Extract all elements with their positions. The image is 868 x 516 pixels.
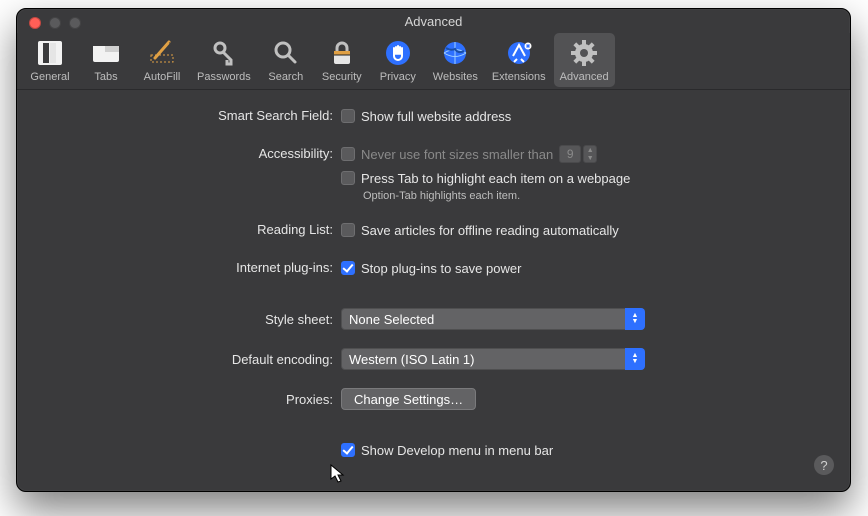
gear-icon [568,37,600,69]
search-icon [270,37,302,69]
lock-icon [326,37,358,69]
button-change-settings[interactable]: Change Settings… [341,388,476,410]
checkbox-tab-highlight[interactable] [341,171,355,185]
tab-label: Privacy [380,71,416,83]
tab-websites[interactable]: Websites [427,33,484,87]
help-button[interactable]: ? [814,455,834,475]
row-develop: Show Develop menu in menu bar [41,440,826,460]
select-style-sheet[interactable]: None Selected ▲▼ [341,308,645,330]
checkbox-show-full-url[interactable] [341,109,355,123]
hint-option-tab: Option-Tab highlights each item. [341,190,826,202]
chevrons-icon: ▲▼ [625,308,645,330]
text-stop-plugins: Stop plug-ins to save power [361,261,521,276]
tab-label: Search [268,71,303,83]
help-icon: ? [820,458,827,473]
select-style-sheet-value: None Selected [349,312,434,327]
stepper-arrows-icon[interactable]: ▲▼ [583,145,597,163]
tab-label: General [30,71,69,83]
select-default-encoding[interactable]: Western (ISO Latin 1) ▲▼ [341,348,645,370]
tab-autofill[interactable]: AutoFill [135,33,189,87]
preferences-window: Advanced General Tabs [16,8,851,492]
tab-passwords[interactable]: Passwords [191,33,257,87]
checkbox-show-develop-menu[interactable] [341,443,355,457]
row-plugins: Internet plug-ins: Stop plug-ins to save… [41,258,826,278]
label-style-sheet: Style sheet: [41,308,341,327]
tab-label: Advanced [560,71,609,83]
key-icon [208,37,240,69]
titlebar: Advanced [17,9,850,33]
tab-tabs[interactable]: Tabs [79,33,133,87]
tab-label: Tabs [94,71,117,83]
checkbox-min-font[interactable] [341,147,355,161]
label-proxies: Proxies: [41,388,341,407]
tab-label: Security [322,71,362,83]
tab-general[interactable]: General [23,33,77,87]
tab-advanced[interactable]: Advanced [554,33,615,87]
row-default-encoding: Default encoding: Western (ISO Latin 1) … [41,348,826,370]
tab-label: Passwords [197,71,251,83]
checkbox-save-offline[interactable] [341,223,355,237]
min-font-value: 9 [559,145,581,163]
tabs-icon [90,37,122,69]
row-accessibility: Accessibility: Never use font sizes smal… [41,144,826,202]
tab-extensions[interactable]: Extensions [486,33,552,87]
tab-label: Websites [433,71,478,83]
tab-security[interactable]: Security [315,33,369,87]
globe-icon [439,37,471,69]
select-default-encoding-value: Western (ISO Latin 1) [349,352,474,367]
zoom-window-button[interactable] [69,17,81,29]
tab-search[interactable]: Search [259,33,313,87]
row-reading-list: Reading List: Save articles for offline … [41,220,826,240]
label-accessibility: Accessibility: [41,144,341,161]
text-show-develop-menu: Show Develop menu in menu bar [361,443,553,458]
extensions-icon [503,37,535,69]
tab-label: Extensions [492,71,546,83]
privacy-hand-icon [382,37,414,69]
minimize-window-button[interactable] [49,17,61,29]
checkbox-stop-plugins[interactable] [341,261,355,275]
label-smart-search: Smart Search Field: [41,106,341,123]
text-min-font: Never use font sizes smaller than [361,147,553,162]
row-style-sheet: Style sheet: None Selected ▲▼ [41,308,826,330]
text-save-offline: Save articles for offline reading automa… [361,223,619,238]
button-change-settings-label: Change Settings… [354,392,463,407]
label-plugins: Internet plug-ins: [41,258,341,275]
tab-privacy[interactable]: Privacy [371,33,425,87]
label-default-encoding: Default encoding: [41,348,341,367]
advanced-pane: Smart Search Field: Show full website ad… [17,90,850,486]
row-proxies: Proxies: Change Settings… [41,388,826,410]
window-title: Advanced [405,14,463,29]
label-reading-list: Reading List: [41,220,341,237]
prefs-toolbar: General Tabs AutoFill [17,33,850,90]
close-window-button[interactable] [29,17,41,29]
stepper-min-font[interactable]: 9 ▲▼ [559,145,597,163]
general-icon [34,37,66,69]
text-show-full-url: Show full website address [361,109,511,124]
traffic-lights [29,17,81,29]
chevrons-icon: ▲▼ [625,348,645,370]
text-tab-highlight: Press Tab to highlight each item on a we… [361,171,630,186]
tab-label: AutoFill [144,71,181,83]
autofill-icon [146,37,178,69]
row-smart-search: Smart Search Field: Show full website ad… [41,106,826,126]
